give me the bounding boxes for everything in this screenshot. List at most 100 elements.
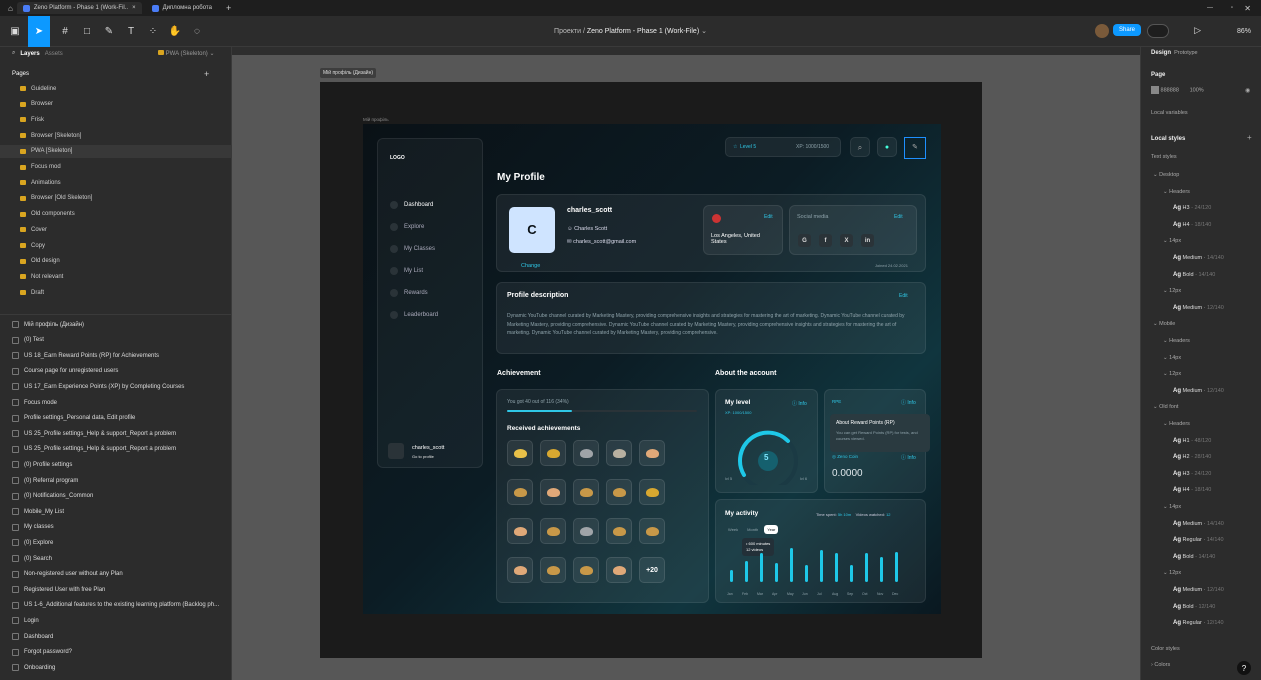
layer-item[interactable]: Non-registered user without any Plan bbox=[0, 568, 232, 581]
layer-item[interactable]: (0) Search bbox=[0, 552, 232, 565]
edit-description-link[interactable]: Edit bbox=[899, 293, 908, 299]
close-icon[interactable]: × bbox=[132, 5, 136, 11]
edit-location-link[interactable]: Edit bbox=[764, 214, 773, 220]
layer-item[interactable]: US 1-6_Additional features to the existi… bbox=[0, 599, 232, 612]
linkedin-icon[interactable]: in bbox=[861, 234, 874, 247]
window-close-icon[interactable]: ✕ bbox=[1244, 4, 1251, 13]
coin-info-link[interactable]: ⓘ Info bbox=[901, 454, 916, 461]
style-group[interactable]: ⌄ 12px bbox=[1163, 371, 1181, 377]
hand-tool-icon[interactable]: ✋ bbox=[168, 24, 182, 38]
google-icon[interactable]: G bbox=[798, 234, 811, 247]
layer-item[interactable]: (0) Profile settings bbox=[0, 458, 232, 471]
achievement-badge[interactable] bbox=[507, 440, 533, 466]
style-group[interactable]: ⌄ Desktop bbox=[1153, 172, 1179, 178]
frame-tool-icon[interactable]: # bbox=[58, 24, 72, 38]
change-avatar-link[interactable]: Change bbox=[521, 263, 540, 269]
layer-item[interactable]: Login bbox=[0, 614, 232, 627]
layer-item[interactable]: Focus mode bbox=[0, 396, 232, 409]
style-group[interactable]: ⌄ 12px bbox=[1163, 288, 1181, 294]
minimize-icon[interactable]: — bbox=[1207, 5, 1213, 11]
text-tool-icon[interactable]: T bbox=[124, 24, 138, 38]
comment-tool-icon[interactable]: ◌ bbox=[190, 24, 204, 38]
text-style-item[interactable]: Ag H3 · 24/120 bbox=[1173, 471, 1211, 477]
tab-design[interactable]: Design bbox=[1151, 50, 1171, 56]
rp-info-link[interactable]: ⓘ Info bbox=[901, 399, 916, 406]
text-style-item[interactable]: Ag H3 · 24/120 bbox=[1173, 205, 1211, 211]
style-group[interactable]: ⌄ Headers bbox=[1163, 338, 1190, 344]
nav-item[interactable]: My List bbox=[390, 267, 423, 275]
layer-item[interactable]: (0) Referral program bbox=[0, 474, 232, 487]
avatar[interactable] bbox=[1095, 24, 1109, 38]
achievement-badge[interactable] bbox=[606, 557, 632, 583]
text-style-item[interactable]: Ag Regular · 14/140 bbox=[1173, 537, 1224, 543]
nav-item[interactable]: Rewards bbox=[390, 289, 428, 297]
achievement-badge[interactable] bbox=[573, 440, 599, 466]
achievement-badge[interactable] bbox=[540, 479, 566, 505]
text-style-item[interactable]: Ag Medium · 12/140 bbox=[1173, 587, 1224, 593]
pen-tool-icon[interactable]: ✎ bbox=[102, 24, 116, 38]
achievement-badge[interactable] bbox=[573, 557, 599, 583]
text-style-item[interactable]: Ag Bold · 12/140 bbox=[1173, 604, 1215, 610]
page-item[interactable]: Browser [Skeleton] bbox=[0, 129, 232, 142]
facebook-icon[interactable]: f bbox=[819, 234, 832, 247]
page-item[interactable]: Frisk bbox=[0, 113, 232, 126]
text-style-item[interactable]: Ag H4 · 18/140 bbox=[1173, 487, 1211, 493]
layer-item[interactable]: Onboarding bbox=[0, 661, 232, 674]
color-swatch[interactable] bbox=[1151, 86, 1159, 94]
achievement-badge[interactable] bbox=[606, 518, 632, 544]
chat-icon[interactable]: ● bbox=[877, 137, 897, 157]
sidebar-user-name[interactable]: charles_scott bbox=[412, 445, 444, 451]
colors-group[interactable]: › Colors bbox=[1151, 662, 1170, 668]
layer-item[interactable]: (0) Test bbox=[0, 334, 232, 347]
page-item[interactable]: Browser bbox=[0, 98, 232, 111]
period-year[interactable]: Year bbox=[764, 525, 779, 534]
page-item[interactable]: Animations bbox=[0, 176, 232, 189]
achievement-badge[interactable] bbox=[573, 518, 599, 544]
nav-item[interactable]: My Classes bbox=[390, 245, 435, 253]
shape-tool-icon[interactable]: □ bbox=[80, 24, 94, 38]
pencil-icon[interactable]: ✎ bbox=[904, 137, 926, 159]
text-style-item[interactable]: Ag H4 · 18/140 bbox=[1173, 222, 1211, 228]
layer-item[interactable]: US 17_Earn Experience Points (XP) by Com… bbox=[0, 380, 232, 393]
layer-item[interactable]: (0) Notifications_Common bbox=[0, 490, 232, 503]
page-item[interactable]: Guideline bbox=[0, 82, 232, 95]
layer-item[interactable]: My classes bbox=[0, 521, 232, 534]
zoom-level[interactable]: 86% bbox=[1237, 28, 1251, 35]
page-item[interactable]: PWA [Skeleton] bbox=[0, 144, 232, 158]
period-week[interactable]: Week bbox=[725, 525, 741, 534]
text-style-item[interactable]: Ag Regular · 12/140 bbox=[1173, 620, 1224, 626]
achievement-badge[interactable] bbox=[507, 557, 533, 583]
layer-item[interactable]: Registered User with free Plan bbox=[0, 583, 232, 596]
tab-diploma[interactable]: Дипломна робота bbox=[146, 2, 218, 14]
page-item[interactable]: Draft bbox=[0, 286, 232, 299]
move-tool-icon[interactable]: ➤ bbox=[28, 15, 50, 47]
page-item[interactable]: Browser [Old Skeleton] bbox=[0, 192, 232, 205]
avatar[interactable]: C bbox=[509, 207, 555, 253]
achievement-badge[interactable] bbox=[606, 479, 632, 505]
achievement-badge[interactable] bbox=[639, 479, 665, 505]
layer-item[interactable]: US 18_Earn Reward Points (RP) for Achiev… bbox=[0, 349, 232, 362]
level-pill[interactable]: ☆ Level 5 XP: 1000/1500 bbox=[725, 137, 841, 157]
eye-icon[interactable]: ◉ bbox=[1245, 87, 1250, 94]
style-group[interactable]: ⌄ Headers bbox=[1163, 189, 1190, 195]
text-style-item[interactable]: Ag Medium · 12/140 bbox=[1173, 305, 1224, 311]
achievement-badge[interactable] bbox=[639, 518, 665, 544]
search-icon[interactable]: ⌕ bbox=[12, 50, 15, 57]
tab-prototype[interactable]: Prototype bbox=[1174, 50, 1198, 56]
achievement-badge[interactable] bbox=[507, 479, 533, 505]
user-avatar[interactable] bbox=[388, 443, 404, 459]
page-item[interactable]: Old design bbox=[0, 255, 232, 268]
page-item[interactable]: Cover bbox=[0, 223, 232, 236]
page-item[interactable]: Copy bbox=[0, 239, 232, 252]
layer-item[interactable]: Profile settings_Personal data, Edit pro… bbox=[0, 412, 232, 425]
achievement-badge[interactable] bbox=[639, 440, 665, 466]
layer-item[interactable]: Мій профіль (Дизайн) bbox=[0, 318, 232, 331]
inner-frame-label[interactable]: Мій профіль bbox=[363, 117, 389, 122]
maximize-icon[interactable]: ▫ bbox=[1231, 5, 1233, 11]
tab-layers[interactable]: Layers bbox=[20, 51, 39, 57]
resources-tool-icon[interactable]: ⁘ bbox=[146, 24, 160, 38]
text-style-item[interactable]: Ag Bold · 14/140 bbox=[1173, 272, 1215, 278]
nav-item[interactable]: Dashboard bbox=[390, 201, 433, 209]
page-fill-row[interactable]: 888888 100% bbox=[1151, 86, 1204, 94]
sidebar-user-sub[interactable]: Go to profile bbox=[412, 454, 434, 459]
